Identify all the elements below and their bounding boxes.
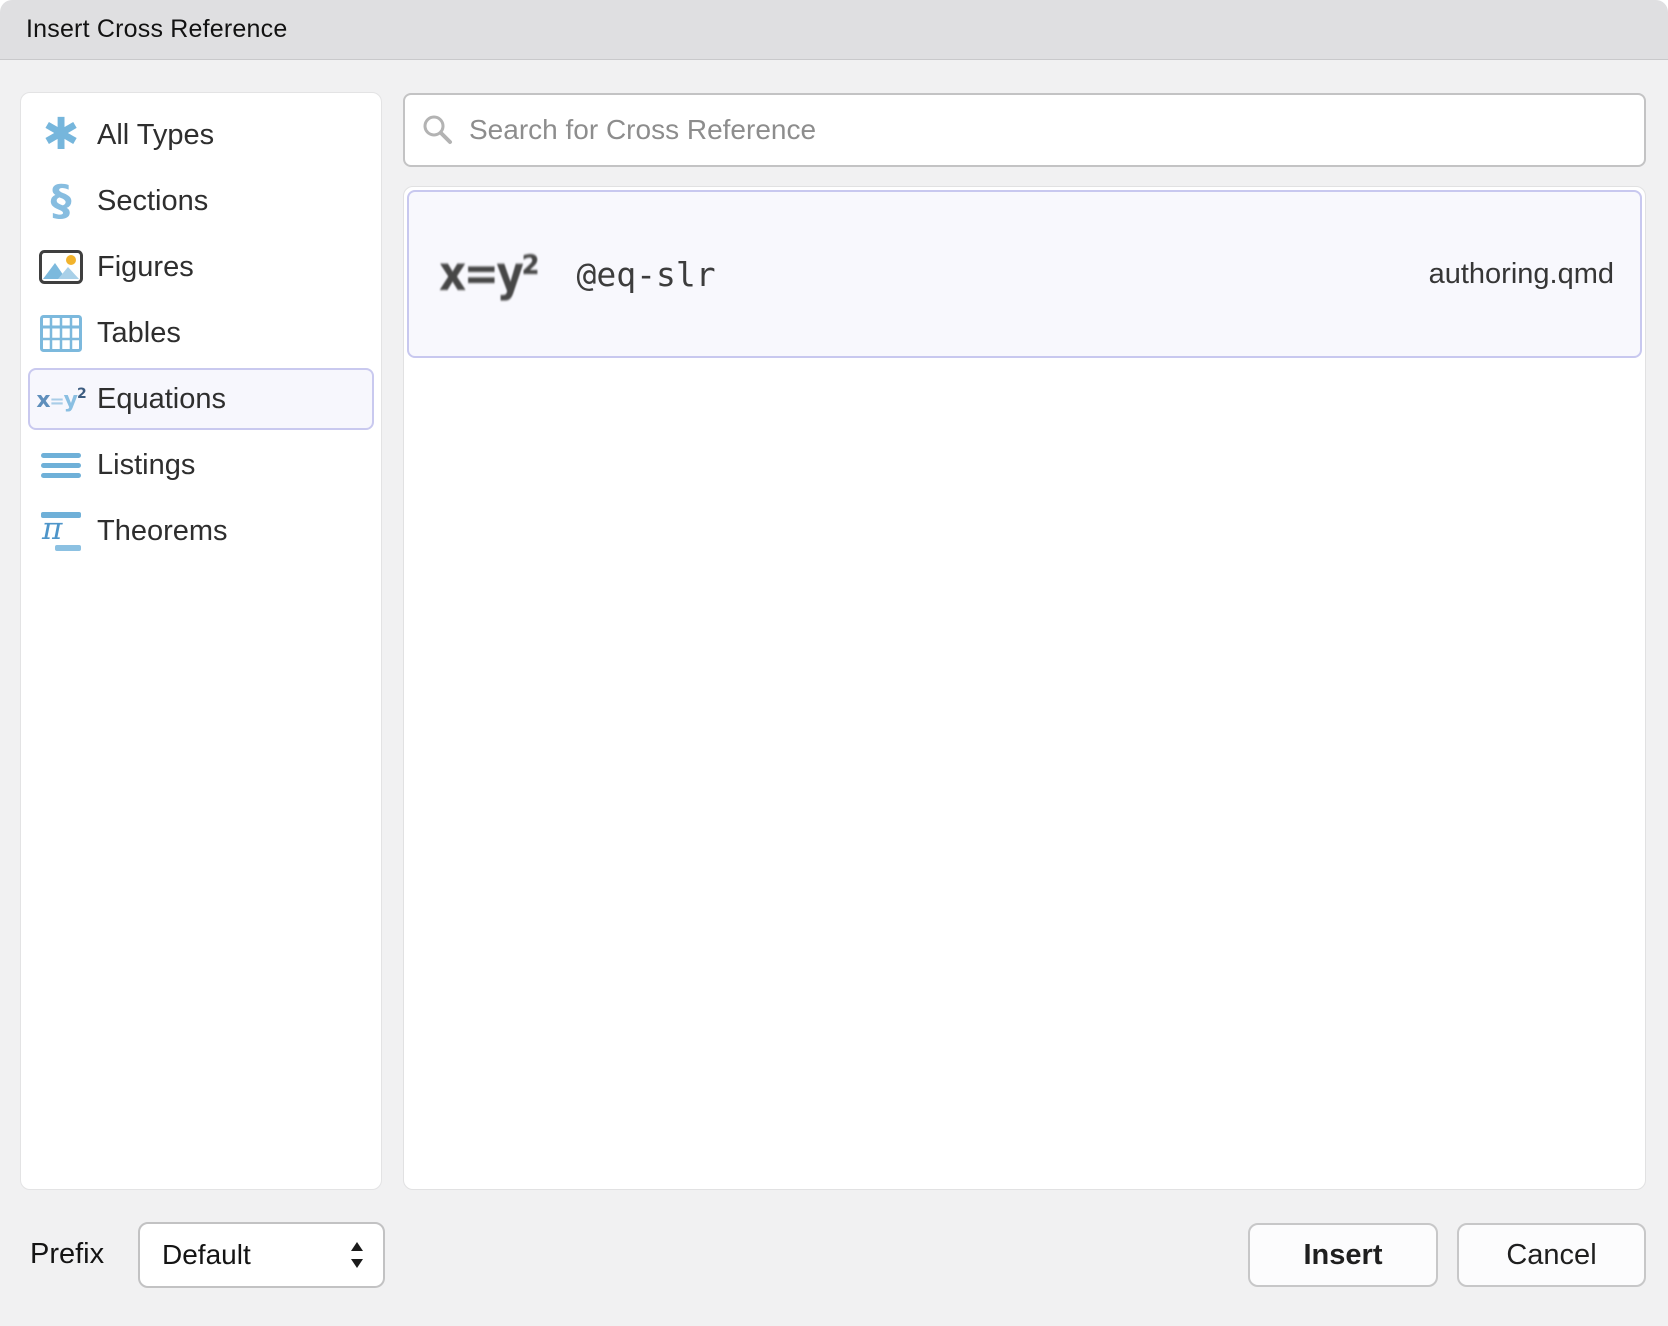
sidebar-item-label: Tables: [97, 317, 181, 350]
type-filter-sidebar: ✱ All Types § Sections Figures Tables x=y2 Equa…: [20, 92, 382, 1190]
sidebar-item-sections[interactable]: § Sections: [28, 170, 374, 232]
result-ref-label: @eq-slr: [577, 255, 716, 294]
asterisk-icon: ✱: [39, 113, 83, 157]
result-item[interactable]: x=y² @eq-slr authoring.qmd: [407, 190, 1642, 358]
section-icon: §: [39, 180, 83, 222]
sidebar-item-theorems[interactable]: π Theorems: [28, 500, 374, 562]
search-icon: [421, 113, 455, 147]
cancel-button-label: Cancel: [1506, 1239, 1596, 1272]
equation-preview-icon: x=y²: [439, 246, 537, 302]
insert-button[interactable]: Insert: [1248, 1223, 1438, 1287]
sidebar-item-tables[interactable]: Tables: [28, 302, 374, 364]
results-list: x=y² @eq-slr authoring.qmd: [407, 190, 1642, 358]
sidebar-item-listings[interactable]: Listings: [28, 434, 374, 496]
insert-cross-reference-dialog: Insert Cross Reference ✱ All Types § Sectio…: [0, 0, 1668, 1326]
sidebar-item-label: All Types: [97, 119, 214, 152]
equation-icon: x=y2: [39, 387, 83, 412]
results-panel: x=y² @eq-slr authoring.qmd: [403, 186, 1646, 1190]
sidebar-item-equations[interactable]: x=y2 Equations: [28, 368, 374, 430]
sidebar-item-label: Figures: [97, 251, 194, 284]
cancel-button[interactable]: Cancel: [1457, 1223, 1646, 1287]
sidebar-item-label: Sections: [97, 185, 208, 218]
select-arrows-icon: [349, 1240, 365, 1270]
search-box: [403, 93, 1646, 167]
result-file-label: authoring.qmd: [1429, 258, 1614, 291]
prefix-select-value: Default: [162, 1239, 251, 1271]
prefix-select[interactable]: Default: [138, 1222, 385, 1288]
theorem-icon: π: [39, 510, 83, 552]
sidebar-item-all-types[interactable]: ✱ All Types: [28, 104, 374, 166]
dialog-title: Insert Cross Reference: [26, 15, 287, 44]
table-icon: [39, 315, 83, 352]
type-filter-list: ✱ All Types § Sections Figures Tables x=y2 Equa…: [21, 104, 381, 562]
listing-icon: [39, 453, 83, 478]
sidebar-item-figures[interactable]: Figures: [28, 236, 374, 298]
dialog-titlebar: Insert Cross Reference: [0, 0, 1668, 60]
search-input[interactable]: [467, 113, 1628, 147]
prefix-label: Prefix: [30, 1238, 104, 1271]
sidebar-item-label: Listings: [97, 449, 195, 482]
sidebar-item-label: Equations: [97, 383, 226, 416]
sidebar-item-label: Theorems: [97, 515, 228, 548]
insert-button-label: Insert: [1304, 1239, 1383, 1272]
figure-icon: [39, 250, 83, 284]
